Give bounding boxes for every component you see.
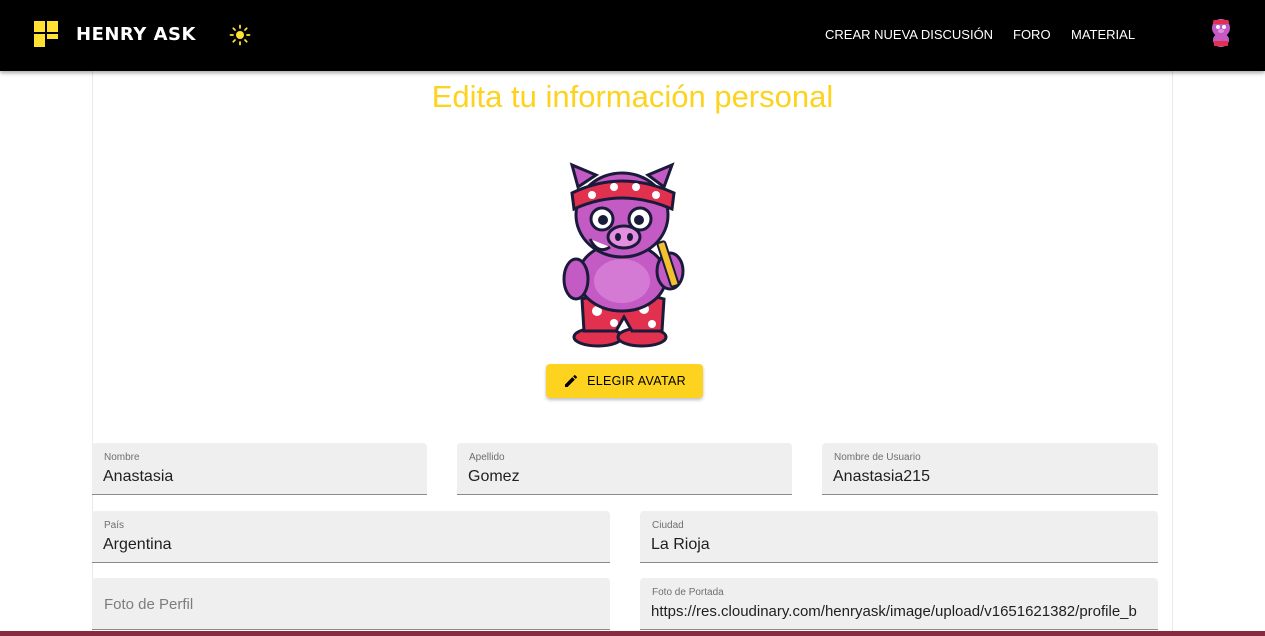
nombre-field[interactable]: Nombre Anastasia bbox=[92, 443, 427, 495]
choose-avatar-button[interactable]: ELEGIR AVATAR bbox=[546, 364, 703, 398]
pencil-icon bbox=[565, 374, 578, 387]
pais-label: País bbox=[104, 520, 125, 531]
ciudad-label: Ciudad bbox=[652, 520, 684, 531]
foto-portada-field[interactable]: Foto de Portada https://res.cloudinary.c… bbox=[640, 578, 1158, 630]
nombre-value: Anastasia bbox=[103, 468, 174, 485]
user-avatar-icon[interactable] bbox=[1206, 16, 1236, 50]
ciudad-field[interactable]: Ciudad La Rioja bbox=[640, 511, 1158, 563]
page-title: Edita tu información personal bbox=[431, 79, 834, 114]
nav-link-material[interactable]: MATERIAL bbox=[1071, 27, 1135, 42]
foto-portada-value: https://res.cloudinary.com/henryask/imag… bbox=[651, 603, 1137, 620]
foto-portada-label: Foto de Portada bbox=[652, 587, 724, 598]
nombre-label: Nombre bbox=[104, 452, 140, 463]
apellido-field[interactable]: Apellido Gomez bbox=[457, 443, 792, 495]
sun-icon[interactable] bbox=[229, 24, 251, 46]
pais-value: Argentina bbox=[103, 536, 172, 553]
pais-field[interactable]: País Argentina bbox=[92, 511, 610, 563]
usuario-value: Anastasia215 bbox=[833, 468, 930, 485]
choose-avatar-label: ELEGIR AVATAR bbox=[587, 374, 686, 388]
bottom-border bbox=[0, 631, 1265, 636]
usuario-field[interactable]: Nombre de Usuario Anastasia215 bbox=[822, 443, 1158, 495]
apellido-label: Apellido bbox=[469, 452, 505, 463]
usuario-label: Nombre de Usuario bbox=[834, 452, 921, 463]
nav-link-foro[interactable]: FORO bbox=[1013, 27, 1051, 42]
apellido-value: Gomez bbox=[468, 468, 520, 485]
nav-link-crear-discusion[interactable]: CREAR NUEVA DISCUSIÓN bbox=[825, 27, 993, 42]
pig-avatar-image bbox=[552, 159, 698, 349]
ciudad-value: La Rioja bbox=[651, 536, 710, 553]
brand-name[interactable]: HENRY ASK bbox=[76, 24, 196, 45]
foto-perfil-placeholder: Foto de Perfil bbox=[104, 596, 194, 613]
top-navbar: HENRY ASK CREAR NUEVA DISCUSIÓN FORO MAT… bbox=[0, 0, 1265, 71]
logo-icon[interactable] bbox=[34, 21, 58, 47]
foto-perfil-field[interactable]: Foto de Perfil bbox=[92, 578, 610, 630]
